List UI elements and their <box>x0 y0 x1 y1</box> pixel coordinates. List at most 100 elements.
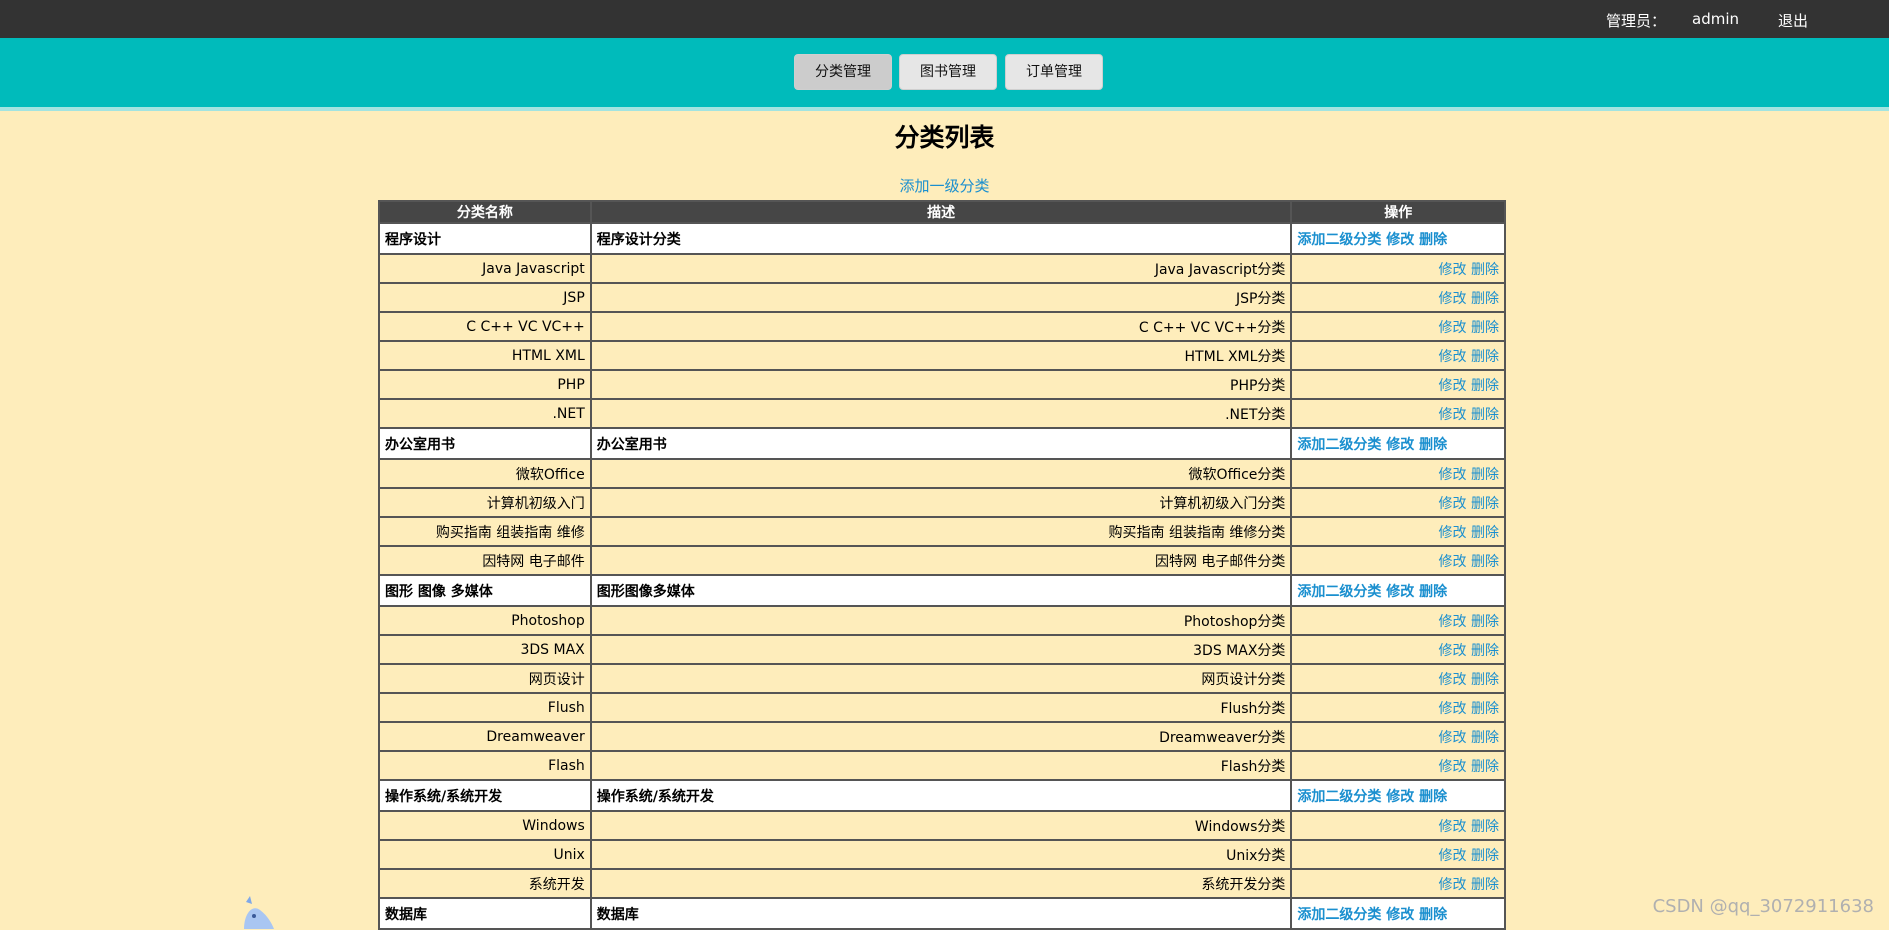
delete-link[interactable]: 删除 <box>1471 643 1499 659</box>
add-child-category-link[interactable]: 添加二级分类 <box>1297 584 1381 600</box>
delete-link[interactable]: 删除 <box>1471 349 1499 365</box>
child-category-name: Java Javascript <box>378 253 592 284</box>
edit-link[interactable]: 修改 <box>1439 672 1467 688</box>
delete-link[interactable]: 删除 <box>1471 320 1499 336</box>
child-category-actions: 修改 删除 <box>1290 398 1506 429</box>
add-child-category-link[interactable]: 添加二级分类 <box>1297 232 1381 248</box>
delete-link[interactable]: 删除 <box>1471 291 1499 307</box>
admin-label: 管理员： <box>1606 12 1667 30</box>
delete-link[interactable]: 删除 <box>1419 232 1447 248</box>
delete-link[interactable]: 删除 <box>1471 701 1499 717</box>
edit-link[interactable]: 修改 <box>1439 378 1467 394</box>
edit-link[interactable]: 修改 <box>1439 467 1467 483</box>
child-category-desc: Windows分类 <box>589 810 1293 841</box>
delete-link[interactable]: 删除 <box>1471 262 1499 278</box>
watermark: CSDN @qq_3072911638 <box>1652 896 1874 917</box>
child-category-actions: 修改 删除 <box>1290 750 1506 781</box>
child-category-name: C C++ VC VC++ <box>378 311 592 342</box>
tab-book-management[interactable]: 图书管理 <box>899 54 997 90</box>
delete-link[interactable]: 删除 <box>1419 789 1447 805</box>
child-category-name: HTML XML <box>378 340 592 371</box>
edit-link[interactable]: 修改 <box>1439 701 1467 717</box>
edit-link[interactable]: 修改 <box>1439 848 1467 864</box>
edit-link[interactable]: 修改 <box>1439 730 1467 746</box>
child-category-row: 因特网 电子邮件 因特网 电子邮件分类 修改 删除 <box>378 545 1506 576</box>
primary-category-row: 数据库 数据库 添加二级分类 修改 删除 <box>378 897 1506 930</box>
child-category-actions: 修改 删除 <box>1290 340 1506 371</box>
delete-link[interactable]: 删除 <box>1471 877 1499 893</box>
edit-link[interactable]: 修改 <box>1386 789 1414 805</box>
category-table: 分类名称 描述 操作 程序设计 程序设计分类 添加二级分类 修改 删除 Java Ja… <box>378 200 1506 930</box>
edit-link[interactable]: 修改 <box>1439 525 1467 541</box>
nav-bar: 分类管理 图书管理 订单管理 <box>0 38 1889 111</box>
delete-link[interactable]: 删除 <box>1471 759 1499 775</box>
child-category-row: 网页设计 网页设计分类 修改 删除 <box>378 663 1506 694</box>
edit-link[interactable]: 修改 <box>1439 877 1467 893</box>
edit-link[interactable]: 修改 <box>1439 554 1467 570</box>
child-category-desc: 因特网 电子邮件分类 <box>589 545 1293 576</box>
edit-link[interactable]: 修改 <box>1439 262 1467 278</box>
child-category-row: 微软Office 微软Office分类 修改 删除 <box>378 458 1506 489</box>
delete-link[interactable]: 删除 <box>1471 378 1499 394</box>
edit-link[interactable]: 修改 <box>1439 614 1467 630</box>
delete-link[interactable]: 删除 <box>1471 554 1499 570</box>
child-category-name: Photoshop <box>378 605 592 636</box>
child-category-desc: HTML XML分类 <box>589 340 1293 371</box>
primary-category-actions: 添加二级分类 修改 删除 <box>1290 574 1506 607</box>
child-category-row: C C++ VC VC++ C C++ VC VC++分类 修改 删除 <box>378 311 1506 342</box>
header-category-name: 分类名称 <box>378 200 592 224</box>
primary-category-name: 程序设计 <box>378 222 592 255</box>
edit-link[interactable]: 修改 <box>1386 584 1414 600</box>
edit-link[interactable]: 修改 <box>1386 232 1414 248</box>
delete-link[interactable]: 删除 <box>1471 819 1499 835</box>
child-category-name: Unix <box>378 839 592 870</box>
child-category-desc: 3DS MAX分类 <box>589 634 1293 665</box>
tab-order-management[interactable]: 订单管理 <box>1005 54 1103 90</box>
edit-link[interactable]: 修改 <box>1386 437 1414 453</box>
delete-link[interactable]: 删除 <box>1471 407 1499 423</box>
child-category-name: 系统开发 <box>378 868 592 899</box>
delete-link[interactable]: 删除 <box>1471 614 1499 630</box>
child-category-name: 网页设计 <box>378 663 592 694</box>
child-category-desc: Flash分类 <box>589 750 1293 781</box>
edit-link[interactable]: 修改 <box>1439 819 1467 835</box>
delete-link[interactable]: 删除 <box>1471 496 1499 512</box>
edit-link[interactable]: 修改 <box>1439 496 1467 512</box>
edit-link[interactable]: 修改 <box>1386 907 1414 923</box>
logout-link[interactable]: 退出 <box>1778 10 1808 31</box>
edit-link[interactable]: 修改 <box>1439 320 1467 336</box>
child-category-name: Dreamweaver <box>378 721 592 752</box>
edit-link[interactable]: 修改 <box>1439 407 1467 423</box>
delete-link[interactable]: 删除 <box>1471 848 1499 864</box>
child-category-row: HTML XML HTML XML分类 修改 删除 <box>378 340 1506 371</box>
delete-link[interactable]: 删除 <box>1471 525 1499 541</box>
child-category-row: Flush Flush分类 修改 删除 <box>378 692 1506 723</box>
delete-link[interactable]: 删除 <box>1419 584 1447 600</box>
child-category-actions: 修改 删除 <box>1290 282 1506 313</box>
delete-link[interactable]: 删除 <box>1419 907 1447 923</box>
edit-link[interactable]: 修改 <box>1439 759 1467 775</box>
delete-link[interactable]: 删除 <box>1471 467 1499 483</box>
child-category-actions: 修改 删除 <box>1290 605 1506 636</box>
child-category-actions: 修改 删除 <box>1290 516 1506 547</box>
add-primary-category-link[interactable]: 添加一级分类 <box>0 175 1889 196</box>
child-category-actions: 修改 删除 <box>1290 369 1506 400</box>
child-category-name: 因特网 电子邮件 <box>378 545 592 576</box>
child-category-row: Windows Windows分类 修改 删除 <box>378 810 1506 841</box>
child-category-name: Flash <box>378 750 592 781</box>
tab-category-management[interactable]: 分类管理 <box>794 54 892 90</box>
edit-link[interactable]: 修改 <box>1439 291 1467 307</box>
delete-link[interactable]: 删除 <box>1471 672 1499 688</box>
add-child-category-link[interactable]: 添加二级分类 <box>1297 789 1381 805</box>
child-category-name: 微软Office <box>378 458 592 489</box>
edit-link[interactable]: 修改 <box>1439 643 1467 659</box>
edit-link[interactable]: 修改 <box>1439 349 1467 365</box>
child-category-row: PHP PHP分类 修改 删除 <box>378 369 1506 400</box>
primary-category-name: 办公室用书 <box>378 427 592 460</box>
delete-link[interactable]: 删除 <box>1471 730 1499 746</box>
add-child-category-link[interactable]: 添加二级分类 <box>1297 907 1381 923</box>
delete-link[interactable]: 删除 <box>1419 437 1447 453</box>
child-category-desc: 微软Office分类 <box>589 458 1293 489</box>
add-child-category-link[interactable]: 添加二级分类 <box>1297 437 1381 453</box>
child-category-desc: 系统开发分类 <box>589 868 1293 899</box>
